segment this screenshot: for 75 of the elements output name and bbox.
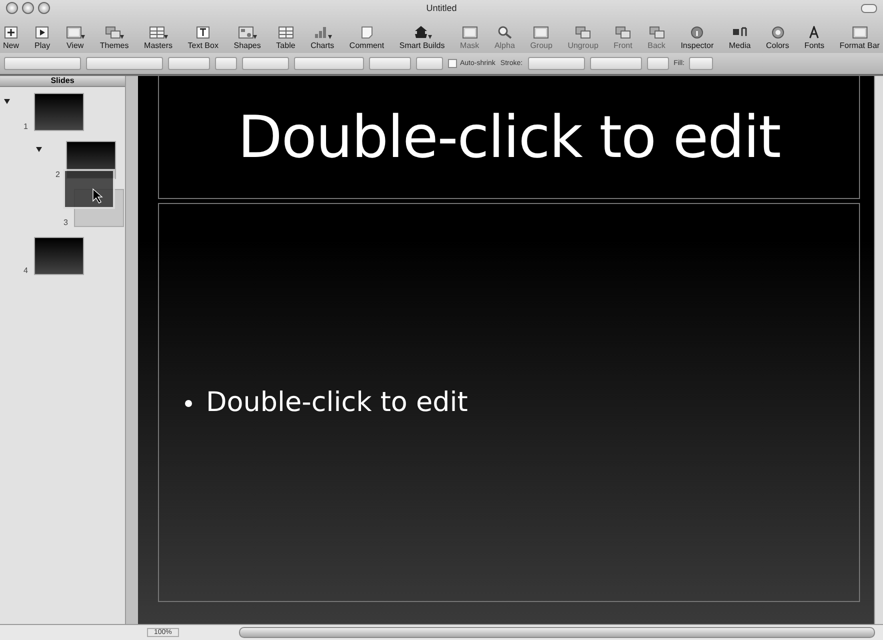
- style-select[interactable]: [4, 57, 81, 70]
- color-wheel-icon: [770, 26, 786, 39]
- toolbar-button[interactable]: New: [3, 26, 20, 50]
- capsule-button[interactable]: [861, 4, 877, 12]
- caret-icon: [328, 35, 332, 39]
- slide-thumbnail[interactable]: [34, 93, 84, 131]
- play-icon: [34, 26, 50, 39]
- horizontal-scrollbar[interactable]: [238, 627, 875, 638]
- size-select[interactable]: [168, 57, 210, 70]
- stacked-squares-icon: [648, 26, 665, 39]
- window-icon: [533, 26, 550, 39]
- disclosure-triangle[interactable]: [36, 147, 42, 152]
- close-light[interactable]: [6, 2, 18, 14]
- bullet-icon: [185, 400, 192, 408]
- window-icon: [66, 26, 82, 39]
- toolbar-button[interactable]: Smart Builds: [399, 26, 445, 50]
- note-icon: [358, 26, 375, 39]
- sidebar-title: Slides: [0, 76, 125, 87]
- toolbar-button[interactable]: Themes: [100, 26, 129, 50]
- toolbar-button[interactable]: Charts: [310, 26, 334, 50]
- text-box-icon: [195, 26, 212, 39]
- toolbar-button[interactable]: Format Bar: [840, 26, 880, 50]
- stacked-squares-icon: [104, 26, 121, 39]
- window-title: Untitled: [426, 3, 457, 13]
- dragged-slide-drawing: [63, 169, 115, 209]
- shapes-icon: [238, 26, 254, 39]
- toolbar-button[interactable]: Comment: [349, 26, 384, 50]
- caret-icon: [120, 35, 124, 39]
- disclosure-triangle[interactable]: [4, 99, 10, 104]
- slide-number: 1: [22, 122, 28, 131]
- toolbar-button[interactable]: View: [66, 26, 85, 50]
- media-icon: [732, 26, 748, 39]
- caret-icon: [164, 35, 168, 39]
- columns-select[interactable]: [416, 57, 443, 70]
- stroke-select[interactable]: [528, 57, 585, 70]
- toolbar-button[interactable]: Shapes: [234, 26, 261, 50]
- vertical-scrollbar[interactable]: [874, 76, 883, 624]
- toolbar-button[interactable]: Play: [34, 26, 50, 50]
- color-well[interactable]: [215, 57, 237, 70]
- caret-icon: [80, 35, 85, 39]
- zoom-light[interactable]: [38, 2, 50, 14]
- toolbar-button[interactable]: Masters: [144, 26, 172, 50]
- alignment-buttons[interactable]: [294, 57, 364, 70]
- bullet-text[interactable]: Double-click to edit: [185, 387, 859, 418]
- caret-icon: [252, 35, 257, 39]
- slide-number: 2: [54, 170, 60, 179]
- minimize-light[interactable]: [22, 2, 34, 14]
- slide-number: 4: [22, 266, 28, 275]
- grid-icon: [278, 26, 294, 39]
- spacing-select[interactable]: [369, 57, 411, 70]
- checkbox[interactable]: [448, 59, 457, 68]
- stroke-color-well[interactable]: [646, 57, 669, 70]
- toolbar-button[interactable]: Table: [276, 26, 296, 50]
- slide-thumbnail[interactable]: [34, 237, 84, 275]
- caret-icon: [428, 35, 432, 39]
- toolbar-button[interactable]: Fonts: [804, 26, 824, 50]
- pagoda-icon: [412, 26, 429, 39]
- font-select[interactable]: [86, 57, 163, 70]
- style-buttons[interactable]: [242, 57, 289, 70]
- info-icon: [689, 26, 706, 39]
- stacked-squares-icon: [575, 26, 592, 39]
- fill-color-well[interactable]: [689, 57, 714, 70]
- grid-icon: [148, 26, 165, 39]
- stroke-width-select[interactable]: [590, 57, 642, 70]
- plus-icon: [3, 26, 19, 39]
- stacked-squares-icon: [615, 26, 631, 39]
- magnifier-icon: [496, 26, 513, 39]
- window-icon: [852, 26, 868, 39]
- window-icon: [462, 26, 478, 39]
- toolbar-button[interactable]: Colors: [766, 26, 790, 50]
- slide-number: 3: [62, 218, 68, 227]
- bar-chart-icon: [312, 26, 329, 39]
- toolbar-button[interactable]: Media: [728, 26, 751, 50]
- toolbar-button[interactable]: Inspector: [680, 26, 714, 50]
- toolbar-button[interactable]: Text Box: [188, 26, 218, 50]
